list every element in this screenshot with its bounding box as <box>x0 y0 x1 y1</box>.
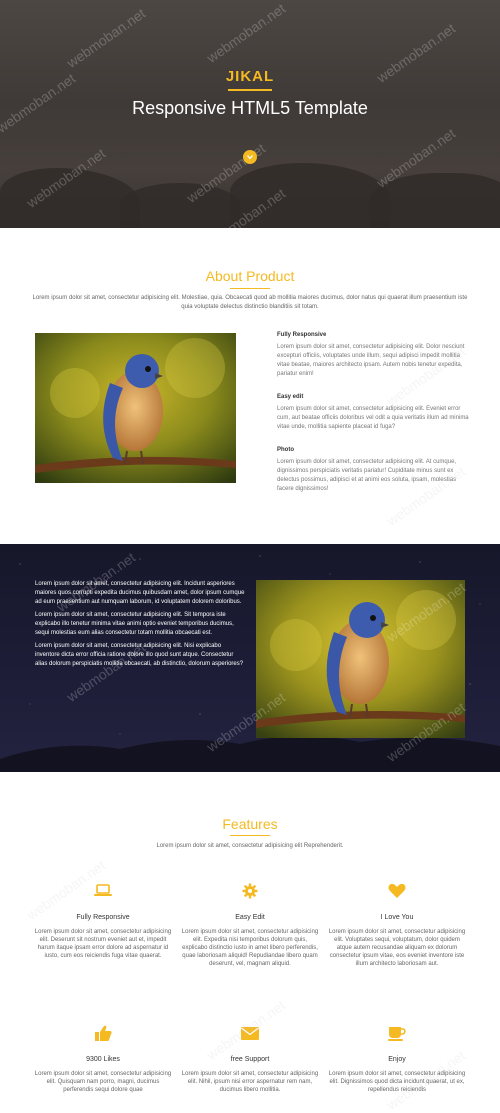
about-feature-text: Lorem ipsum dolor sit amet, consectetur … <box>277 459 457 492</box>
brand-logo[interactable]: JIKAL <box>0 68 500 85</box>
feature-title: 9300 Likes <box>86 1056 120 1063</box>
envelope-icon <box>241 1026 259 1040</box>
feature-text: Lorem ipsum dolor sit amet, consectetur … <box>34 1071 172 1093</box>
feature-card: Fully Responsive Lorem ipsum dolor sit a… <box>33 880 173 960</box>
scroll-down-button[interactable] <box>243 150 257 164</box>
feature-text: Lorem ipsum dolor sit amet, consectetur … <box>181 1071 319 1093</box>
feature-title: Fully Responsive <box>76 914 130 921</box>
hero-banner: webmoban.net webmoban.net webmoban.net w… <box>0 0 500 228</box>
about-feature: Photo Lorem ipsum dolor sit amet, consec… <box>277 447 473 494</box>
night-section: Lorem ipsum dolor sit amet, consectetur … <box>0 544 500 772</box>
about-feature-text: Lorem ipsum dolor sit amet, consectetur … <box>277 344 465 377</box>
night-paragraph: Lorem ipsum dolor sit amet, consectetur … <box>35 643 244 667</box>
bird-photo <box>256 580 465 738</box>
watermark: webmoban.net <box>63 5 149 71</box>
about-section: About Product Lorem ipsum dolor sit amet… <box>0 228 500 544</box>
watermark: webmoban.net <box>203 0 289 66</box>
about-feature-title: Fully Responsive <box>277 332 327 338</box>
about-feature-text: Lorem ipsum dolor sit amet, consectetur … <box>277 406 469 430</box>
bird-photo <box>35 333 236 483</box>
features-section: Features Lorem ipsum dolor sit amet, con… <box>0 772 500 1113</box>
coffee-cup-icon <box>388 1026 406 1041</box>
heart-icon <box>388 883 406 898</box>
section-description: Lorem ipsum dolor sit amet, consectetur … <box>32 295 468 310</box>
about-feature: Fully Responsive Lorem ipsum dolor sit a… <box>277 332 473 379</box>
hero-title: Responsive HTML5 Template <box>132 98 368 118</box>
feature-card: Easy Edit Lorem ipsum dolor sit amet, co… <box>180 880 320 968</box>
divider <box>230 288 270 289</box>
tree-silhouette <box>370 173 500 228</box>
feature-card: I Love You Lorem ipsum dolor sit amet, c… <box>327 880 467 968</box>
about-feature-title: Photo <box>277 447 294 453</box>
night-paragraph: Lorem ipsum dolor sit amet, consectetur … <box>35 581 245 605</box>
about-feature-title: Easy edit <box>277 394 304 400</box>
divider <box>230 835 270 836</box>
feature-text: Lorem ipsum dolor sit amet, consectetur … <box>328 1071 466 1093</box>
gear-icon <box>242 883 258 899</box>
night-text: Lorem ipsum dolor sit amet, consectetur … <box>35 580 245 673</box>
tree-silhouette <box>0 168 140 228</box>
chevron-down-icon <box>247 155 253 160</box>
feature-text: Lorem ipsum dolor sit amet, consectetur … <box>328 929 466 967</box>
thumbs-up-icon <box>94 1025 112 1041</box>
feature-title: Enjoy <box>388 1056 406 1063</box>
section-title: Features <box>222 816 278 832</box>
feature-title: I Love You <box>380 914 414 921</box>
feature-card: Enjoy Lorem ipsum dolor sit amet, consec… <box>327 1022 467 1094</box>
feature-title: Easy Edit <box>235 914 265 921</box>
night-paragraph: Lorem ipsum dolor sit amet, consectetur … <box>35 612 234 636</box>
feature-text: Lorem ipsum dolor sit amet, consectetur … <box>34 929 172 959</box>
section-title: About Product <box>205 268 295 284</box>
about-feature: Easy edit Lorem ipsum dolor sit amet, co… <box>277 394 473 432</box>
section-description: Lorem ipsum dolor sit amet, consectetur … <box>156 843 344 849</box>
tree-silhouette <box>120 183 240 228</box>
feature-text: Lorem ipsum dolor sit amet, consectetur … <box>181 929 319 967</box>
feature-title: free Support <box>230 1056 270 1063</box>
divider <box>228 89 272 91</box>
feature-card: 9300 Likes Lorem ipsum dolor sit amet, c… <box>33 1022 173 1094</box>
laptop-icon <box>94 884 112 896</box>
feature-card: free Support Lorem ipsum dolor sit amet,… <box>180 1022 320 1094</box>
tree-silhouette <box>230 163 390 228</box>
